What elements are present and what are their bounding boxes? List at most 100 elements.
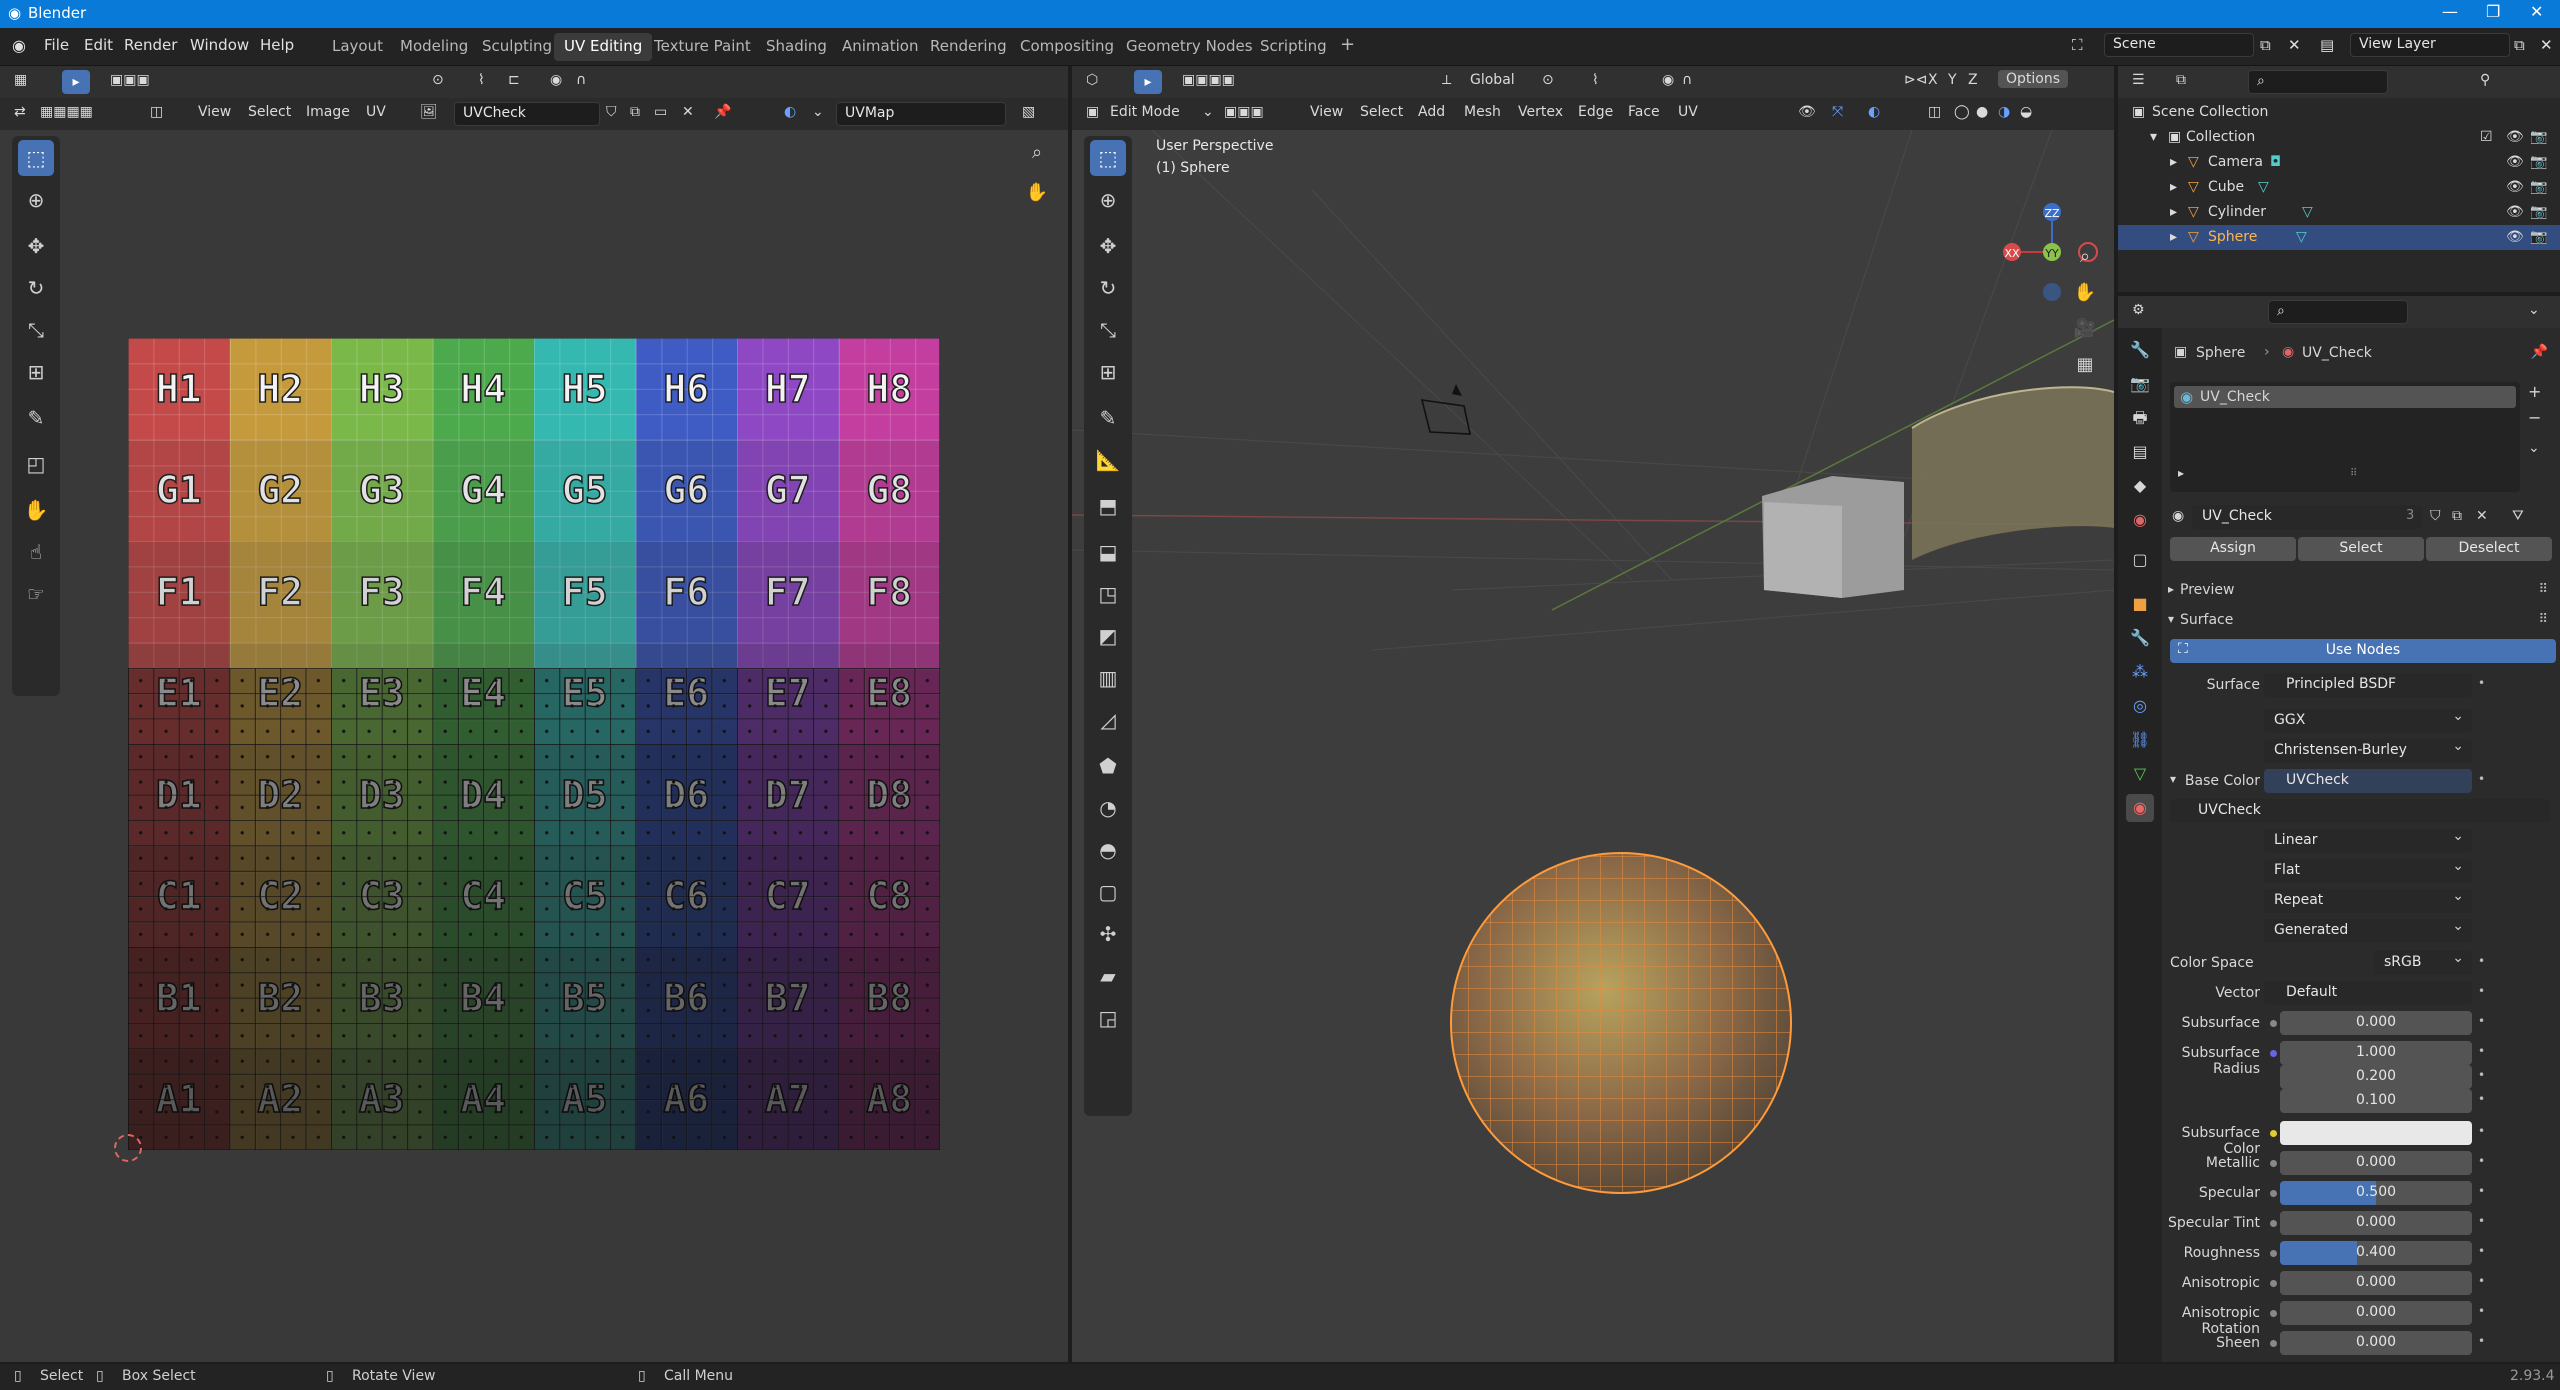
- view-layer-tab-icon[interactable]: ▤: [2126, 438, 2154, 466]
- camera-render-icon[interactable]: 📷: [2530, 204, 2547, 220]
- outliner-item-camera[interactable]: ▸ ▽ Camera ◘ 👁 📷: [2118, 150, 2560, 175]
- keyframe-dot-icon[interactable]: •: [2478, 676, 2485, 690]
- data-tab-icon[interactable]: ▽: [2126, 760, 2154, 788]
- eye-icon[interactable]: 👁: [2506, 179, 2524, 195]
- keyframe-dot-icon[interactable]: •: [2478, 1068, 2485, 1082]
- keyframe-dot-icon[interactable]: •: [2478, 772, 2485, 786]
- cylinder-object[interactable]: [1911, 386, 2114, 560]
- rip-region-tool-icon[interactable]: ◲: [1090, 1000, 1126, 1036]
- metallic-slider[interactable]: 0.000: [2280, 1151, 2472, 1175]
- extrude-tool-icon[interactable]: ⬓: [1090, 534, 1126, 570]
- zoom-icon[interactable]: ⌕: [2068, 240, 2102, 274]
- editor-type-icon[interactable]: ⬡: [1086, 72, 1098, 88]
- projection-dropdown[interactable]: Flat: [2264, 858, 2472, 883]
- chevron-down-icon[interactable]: ⌄: [812, 104, 824, 120]
- extension-dropdown[interactable]: Repeat: [2264, 888, 2472, 913]
- wireframe-shading-icon[interactable]: ◯: [1954, 104, 1970, 120]
- mirror-icon[interactable]: ⊳⊲: [1904, 72, 1927, 88]
- annotate-tool-icon[interactable]: ✎: [18, 400, 54, 436]
- vp-menu-vertex[interactable]: Vertex: [1518, 104, 1563, 120]
- keyframe-dot-icon[interactable]: •: [2478, 1124, 2485, 1138]
- uv-menu-uv[interactable]: UV: [366, 104, 386, 120]
- keyframe-dot-icon[interactable]: •: [2478, 984, 2485, 998]
- outliner-scene-collection[interactable]: ▣ Scene Collection: [2118, 100, 2560, 125]
- add-cube-tool-icon[interactable]: ⬒: [1090, 488, 1126, 524]
- sphere-object[interactable]: [1450, 852, 1792, 1194]
- socket-dot-icon[interactable]: [2270, 1310, 2277, 1317]
- annotate-tool-icon[interactable]: ✎: [1090, 400, 1126, 436]
- object-tab-icon[interactable]: ■: [2126, 590, 2154, 618]
- scale-tool-icon[interactable]: ⤡: [1090, 312, 1126, 348]
- new-view-layer-icon[interactable]: ⧉: [2514, 36, 2525, 54]
- editor-type-icon[interactable]: ☰: [2132, 72, 2145, 88]
- tab-sculpting[interactable]: Sculpting: [472, 33, 562, 61]
- tab-modeling[interactable]: Modeling: [390, 33, 478, 61]
- snap-icon[interactable]: ⌇: [1592, 72, 1599, 88]
- specular-slider[interactable]: 0.500: [2280, 1181, 2472, 1205]
- inset-tool-icon[interactable]: ◳: [1090, 576, 1126, 612]
- image-browse-icon[interactable]: 🖼: [420, 104, 438, 120]
- fake-user-icon[interactable]: ⛉: [2430, 508, 2441, 524]
- rendered-shading-icon[interactable]: ◒: [2020, 104, 2032, 120]
- particles-tab-icon[interactable]: ⁂: [2126, 658, 2154, 686]
- specular-tint-slider[interactable]: 0.000: [2280, 1211, 2472, 1235]
- image-texture-field[interactable]: UVCheck: [2170, 799, 2550, 823]
- subsurface-radius-z-slider[interactable]: 0.100: [2280, 1089, 2472, 1113]
- tab-shading[interactable]: Shading: [756, 33, 837, 61]
- subsurface-color-swatch[interactable]: [2280, 1121, 2472, 1145]
- falloff-icon[interactable]: ∩: [1682, 72, 1692, 88]
- outliner-search-input[interactable]: ⌕: [2248, 70, 2388, 94]
- xray-icon[interactable]: ◫: [1928, 104, 1941, 120]
- vertex-edge-face-icons[interactable]: ▣▣▣: [1224, 104, 1264, 120]
- grab-tool-icon[interactable]: ✋: [18, 492, 54, 528]
- axis-x-toggle[interactable]: X: [1928, 72, 1938, 88]
- perspective-toggle-icon[interactable]: ▦: [2068, 348, 2102, 382]
- tab-rendering[interactable]: Rendering: [920, 33, 1017, 61]
- modifier-tab-icon[interactable]: 🔧: [2126, 624, 2154, 652]
- pin-icon[interactable]: 📌: [714, 104, 731, 120]
- keyframe-dot-icon[interactable]: •: [2478, 1044, 2485, 1058]
- visibility-icon[interactable]: 👁: [1798, 104, 1816, 120]
- move-tool-icon[interactable]: ✥: [1090, 228, 1126, 264]
- poly-build-tool-icon[interactable]: ⬟: [1090, 748, 1126, 784]
- edge-slide-tool-icon[interactable]: ▢: [1090, 874, 1126, 910]
- proportional-edit-icon[interactable]: ◉: [1662, 72, 1674, 88]
- pivot-icon[interactable]: ⊙: [432, 72, 444, 88]
- 2d-cursor-icon[interactable]: [114, 1134, 142, 1162]
- pivot-icon[interactable]: ⊙: [1542, 72, 1554, 88]
- uv-menu-image[interactable]: Image: [306, 104, 350, 120]
- camera-render-icon[interactable]: 📷: [2530, 229, 2547, 245]
- uv-map-field[interactable]: UVMap: [836, 102, 1006, 126]
- options-dropdown[interactable]: Options: [1998, 70, 2069, 88]
- uv-select-mode-icons[interactable]: ▦▦▦▦: [40, 104, 93, 120]
- socket-dot-icon[interactable]: [2270, 1020, 2277, 1027]
- chevron-right-icon[interactable]: ▸: [2170, 154, 2177, 170]
- view-layer-field[interactable]: View Layer: [2350, 33, 2510, 57]
- pan-icon[interactable]: ✋: [2068, 276, 2102, 310]
- filter-icon[interactable]: ⚲: [2480, 72, 2490, 88]
- menu-help[interactable]: Help: [260, 36, 294, 54]
- uv-sync-icon[interactable]: ⇄: [14, 104, 26, 120]
- select-box-tool-icon[interactable]: ⬚: [1090, 140, 1126, 176]
- open-image-icon[interactable]: ▭: [654, 104, 667, 120]
- camera-render-icon[interactable]: 📷: [2530, 154, 2547, 170]
- material-shading-icon[interactable]: ◑: [1998, 104, 2010, 120]
- socket-dot-icon[interactable]: [2270, 1190, 2277, 1197]
- tab-uv-editing[interactable]: UV Editing: [554, 33, 653, 61]
- eye-icon[interactable]: 👁: [2506, 204, 2524, 220]
- maximize-icon[interactable]: ❐: [2486, 2, 2500, 21]
- camera-object[interactable]: [1420, 384, 1472, 435]
- drag-handle-icon[interactable]: ⠿: [2538, 612, 2548, 627]
- collection-tab-icon[interactable]: ▢: [2126, 546, 2154, 574]
- uv-editor[interactable]: ▦ ▸ ▣▣▣ ⊙ ⌇ ⊏ ◉ ∩ ⇄ ▦▦▦▦ ◫ View Select I…: [0, 66, 1068, 1362]
- chevron-down-icon[interactable]: ⌄: [2528, 302, 2540, 318]
- output-tab-icon[interactable]: 🖶: [2126, 404, 2154, 432]
- tab-geometry-nodes[interactable]: Geometry Nodes: [1116, 33, 1263, 61]
- keyframe-dot-icon[interactable]: •: [2478, 1244, 2485, 1258]
- subsurface-method-dropdown[interactable]: Christensen-Burley: [2264, 738, 2472, 763]
- add-workspace-icon[interactable]: +: [1330, 30, 1365, 58]
- color-space-dropdown[interactable]: sRGB: [2374, 950, 2472, 975]
- outliner-item-sphere[interactable]: ▸ ▽ Sphere ▽ 👁 📷: [2118, 225, 2560, 250]
- anisotropic-slider[interactable]: 0.000: [2280, 1271, 2472, 1295]
- rotate-tool-icon[interactable]: ↻: [18, 270, 54, 306]
